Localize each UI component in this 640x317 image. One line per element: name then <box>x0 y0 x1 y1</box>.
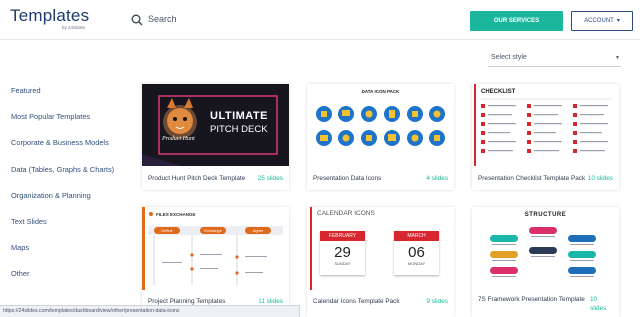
template-card[interactable]: STRUCTURE 7S Framework Presentation Temp… <box>472 207 619 317</box>
sidebar-item-featured[interactable]: Featured <box>11 86 41 95</box>
slide-count: 9 slides <box>426 298 448 305</box>
slide-count: 4 slides <box>426 175 448 182</box>
pitch-deck-script-text: Product Hunt <box>162 136 195 142</box>
data-icons-preview <box>316 106 445 146</box>
stage-pill: Define <box>154 227 180 234</box>
calendar-month: MARCH <box>394 231 439 241</box>
sidebar-item-organization[interactable]: Organization & Planning <box>11 191 91 200</box>
template-title[interactable]: Project Planning Templates <box>148 298 225 305</box>
template-card[interactable]: CHECKLIST Presentation Checklist Templat… <box>472 84 619 190</box>
template-title[interactable]: Calendar Icons Template Pack <box>313 298 400 305</box>
template-thumbnail: CALENDAR ICONS FEBRUARY 29 SUNDAY MARCH … <box>307 207 454 290</box>
stage-pill: Exchange <box>200 227 226 234</box>
calendar-icon: FEBRUARY 29 SUNDAY <box>320 231 365 275</box>
chevron-down-icon: ▼ <box>615 55 620 61</box>
sidebar-item-most-popular[interactable]: Most Popular Templates <box>11 112 90 121</box>
logo-subtitle: by 24Slides <box>62 25 86 30</box>
calendar-weekday: SUNDAY <box>334 261 351 266</box>
template-card[interactable]: FILES EXCHANGE Define Exchange Agree Pro… <box>142 207 289 317</box>
sidebar-item-maps[interactable]: Maps <box>11 243 29 252</box>
search-icon[interactable] <box>131 14 143 26</box>
top-bar: Templates by 24Slides Search OUR SERVICE… <box>0 0 640 40</box>
structure-preview <box>490 227 596 277</box>
slide-count: 10 slides <box>590 296 607 312</box>
template-thumbnail: DATA ICON PACK <box>307 84 454 166</box>
calendar-weekday: MONDAY <box>407 261 426 266</box>
logo-title: Templates <box>10 6 90 25</box>
our-services-button[interactable]: OUR SERVICES <box>470 11 563 31</box>
template-title[interactable]: 7S Framework Presentation Template <box>478 295 588 304</box>
search-input[interactable]: Search <box>148 14 177 24</box>
thumb-heading: CALENDAR ICONS <box>317 210 375 217</box>
account-label: ACCOUNT <box>584 18 614 24</box>
chevron-down-icon: ▾ <box>616 18 620 24</box>
template-card[interactable]: DATA ICON PACK Presentation Data Icons 4… <box>307 84 454 190</box>
sidebar-item-other[interactable]: Other <box>11 269 29 278</box>
template-thumbnail: ULTIMATE PITCH DECK Product Hunt <box>142 84 289 166</box>
planning-preview <box>148 212 283 285</box>
slide-count: 10 slides <box>587 175 613 182</box>
sidebar-item-corporate[interactable]: Corporate & Business Models <box>11 138 109 147</box>
template-thumbnail: STRUCTURE <box>472 207 619 290</box>
account-button[interactable]: ACCOUNT ▾ <box>571 11 633 31</box>
template-card[interactable]: CALENDAR ICONS FEBRUARY 29 SUNDAY MARCH … <box>307 207 454 317</box>
pitch-deck-small-text: PITCH DECK <box>210 124 268 135</box>
style-select[interactable]: Select style ▼ <box>488 51 621 67</box>
calendar-day: 06 <box>408 244 425 261</box>
slide-count: 11 slides <box>258 298 283 305</box>
sidebar-item-text-slides[interactable]: Text Slides <box>11 217 47 226</box>
sidebar-item-data[interactable]: Data (Tables, Graphs & Charts) <box>11 165 114 174</box>
logo[interactable]: Templates by 24Slides <box>10 6 90 30</box>
template-thumbnail: CHECKLIST <box>472 84 619 166</box>
slide-count: 25 slides <box>257 175 283 182</box>
stage-pill: Agree <box>245 227 271 234</box>
template-card[interactable]: ULTIMATE PITCH DECK Product Hunt Product… <box>142 84 289 190</box>
template-title[interactable]: Product Hunt Pitch Deck Template <box>148 175 245 182</box>
template-title[interactable]: Presentation Checklist Template Pack <box>478 175 585 182</box>
status-bar-url: https://24slides.com/templates/dashboard… <box>0 305 300 317</box>
checklist-preview <box>481 98 612 153</box>
calendar-month: FEBRUARY <box>320 231 365 241</box>
style-select-label: Select style <box>491 54 527 61</box>
pitch-deck-big-text: ULTIMATE <box>210 110 268 122</box>
template-title[interactable]: Presentation Data Icons <box>313 175 381 182</box>
red-accent-bar <box>310 207 312 290</box>
template-thumbnail: FILES EXCHANGE Define Exchange Agree <box>142 207 289 290</box>
calendar-icon: MARCH 06 MONDAY <box>394 231 439 275</box>
calendar-day: 29 <box>334 244 351 261</box>
